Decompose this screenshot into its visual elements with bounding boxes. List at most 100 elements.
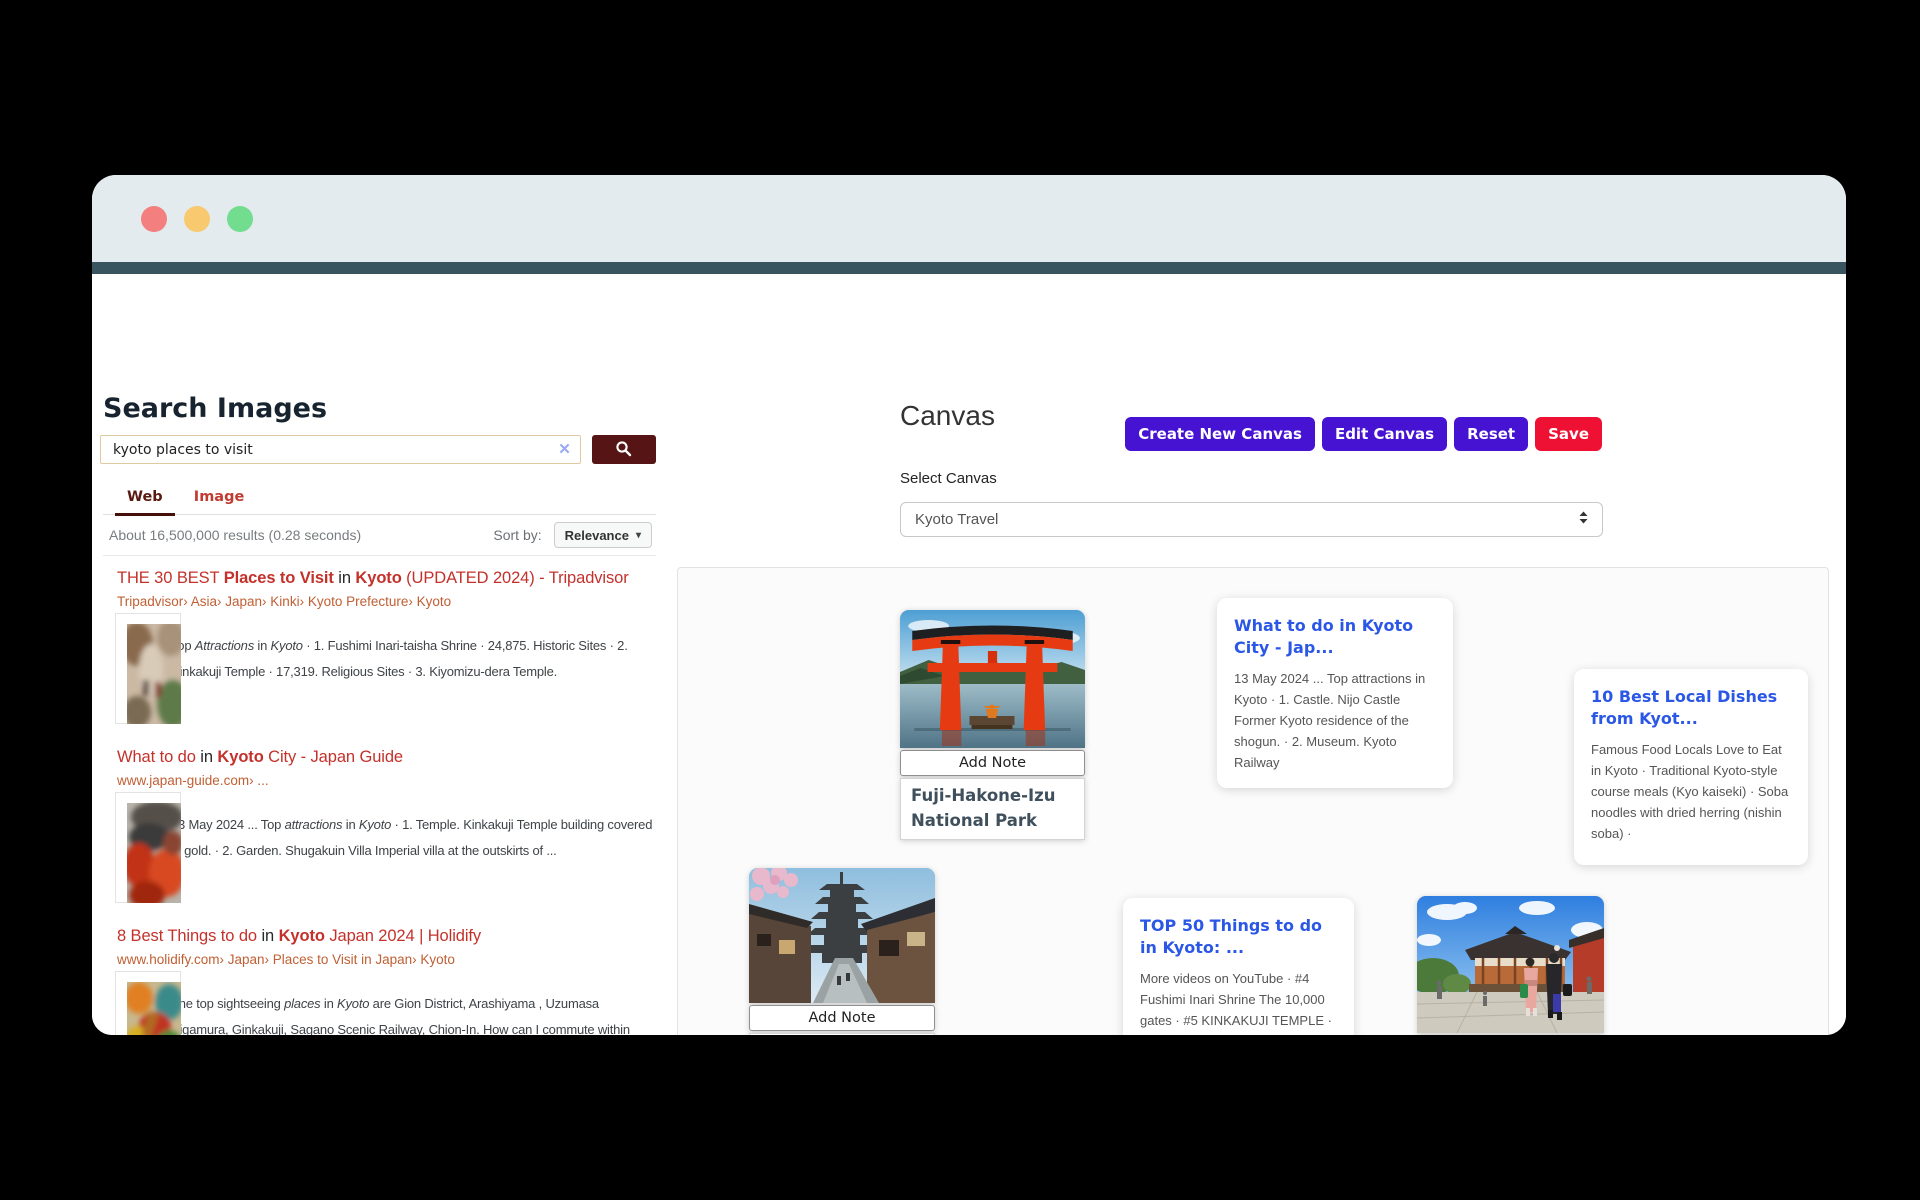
autumn-temple-thumb	[127, 803, 181, 903]
search-panel: Search Images ✕	[100, 274, 656, 1035]
text-segment: in	[338, 569, 351, 587]
result-snippet: The top sightseeing places in Kyoto are …	[171, 967, 656, 1035]
text-segment: 8 Best Things to do	[117, 927, 262, 945]
search-panel-title: Search Images	[103, 393, 328, 424]
result-title-link[interactable]: 8 Best Things to do in Kyoto Japan 2024 …	[117, 923, 656, 947]
text-segment: in	[261, 927, 275, 945]
text-segment: Kyoto	[358, 817, 392, 832]
note-card-title-link[interactable]: What to do in Kyoto City - Jap...	[1234, 615, 1436, 658]
result-snippet: Top Attractions in Kyoto · 1. Fushimi In…	[171, 609, 656, 685]
text-segment: Japan 2024 | Holidify	[324, 927, 482, 945]
result-thumbnail[interactable]	[115, 792, 181, 903]
browser-window: Search Images ✕	[92, 175, 1846, 1035]
reset-canvas-button[interactable]: Reset	[1454, 417, 1529, 451]
note-card[interactable]: TOP 50 Things to do in Kyoto: ... More vi…	[1123, 898, 1354, 1035]
note-card[interactable]: What to do in Kyoto City - Jap... 13 May …	[1217, 598, 1453, 788]
select-updown-icon	[1579, 511, 1588, 529]
text-segment: Kyoto	[270, 638, 303, 653]
image-card-caption: The Yasaka Pagoda, also known as the Tow…	[749, 1033, 935, 1035]
note-card-body: 13 May 2024 ... Top attractions in Kyoto…	[1234, 671, 1426, 771]
colorful-festival-thumb	[127, 982, 181, 1035]
text-segment: are Gion District, Arashiyama , Uzumasa	[369, 996, 599, 1011]
canvas-select[interactable]: Kyoto Travel	[900, 502, 1603, 537]
text-segment: City - Japan Guide	[263, 748, 404, 766]
text-segment: Eigamura, Ginkakuji, Sagano Scenic Railw…	[171, 1022, 630, 1035]
sort-value: Relevance	[564, 527, 629, 543]
canvas-image-card[interactable]: Add Note The Yasaka Pagoda, also known as…	[749, 868, 935, 1035]
text-segment: Kyoto	[278, 927, 325, 945]
search-tabs: Web Image	[103, 486, 656, 516]
minimize-window-button[interactable]	[184, 205, 210, 232]
magnifier-icon	[615, 440, 632, 460]
window-accent-bar	[92, 262, 1846, 274]
yasaka-pagoda-photo[interactable]	[749, 868, 935, 1003]
search-result: THE 30 BEST Places to Visit in Kyoto (UP…	[115, 565, 656, 744]
search-result: What to do in Kyoto City - Japan Guide ww…	[115, 744, 656, 923]
results-count: About 16,500,000 results (0.28 seconds)	[109, 527, 362, 543]
note-card[interactable]: 10 Best Local Dishes from Kyot... Famous …	[1574, 669, 1808, 865]
canvas-image-card[interactable]: Add Note Fuji-Hakone-Izu National Park	[900, 610, 1085, 840]
image-card-caption: Fuji-Hakone-Izu National Park	[900, 778, 1085, 840]
text-segment: in	[254, 638, 271, 653]
text-segment: What to do	[117, 748, 201, 766]
result-breadcrumb: Tripadvisor› Asia› Japan› Kinki› Kyoto P…	[117, 594, 452, 609]
text-segment: THE 30 BEST	[117, 569, 224, 587]
edit-canvas-button[interactable]: Edit Canvas	[1321, 417, 1448, 451]
chevron-down-icon: ▾	[635, 529, 641, 541]
text-segment: attractions	[284, 817, 343, 832]
canvas-area[interactable]: Add Note Fuji-Hakone-Izu National Park Wha…	[677, 567, 1829, 1035]
divider	[103, 555, 656, 556]
create-new-canvas-button[interactable]: Create New Canvas	[1125, 417, 1315, 451]
result-snippet: 13 May 2024 ... Top attractions in Kyoto…	[171, 788, 656, 864]
search-results-list: THE 30 BEST Places to Visit in Kyoto (UP…	[115, 565, 656, 1035]
torii-gate-photo[interactable]	[900, 610, 1085, 748]
text-segment: in	[200, 748, 213, 766]
text-segment: in	[342, 817, 359, 832]
note-card-title-link[interactable]: TOP 50 Things to do in Kyoto: ...	[1140, 915, 1337, 958]
text-segment: Attractions	[194, 638, 254, 653]
tab-image[interactable]: Image	[182, 489, 257, 513]
maximize-window-button[interactable]	[227, 205, 253, 232]
text-segment: in gold. · 2. Garden. Shugakuin Villa Im…	[171, 843, 557, 858]
canvas-toolbar: Create New Canvas Edit Canvas Reset Save	[1125, 417, 1602, 451]
add-note-button[interactable]: Add Note	[749, 1005, 935, 1031]
select-canvas-label: Select Canvas	[900, 470, 997, 487]
result-thumbnail[interactable]	[115, 613, 181, 724]
note-card-body: Famous Food Locals Love to Eat in Kyoto …	[1591, 742, 1789, 842]
result-breadcrumb: www.japan-guide.com› ...	[117, 773, 269, 788]
text-segment: Kyoto	[337, 996, 370, 1011]
yasaka-shrine-photo[interactable]	[1417, 896, 1604, 1033]
tab-web[interactable]: Web	[115, 489, 175, 516]
canvas-select-value: Kyoto Travel	[915, 511, 999, 528]
result-breadcrumb: www.holidify.com› Japan› Places to Visit…	[117, 952, 455, 967]
kyoto-path-people-thumb	[127, 624, 181, 724]
clear-search-icon[interactable]: ✕	[558, 440, 571, 458]
result-title-link[interactable]: THE 30 BEST Places to Visit in Kyoto (UP…	[117, 565, 656, 589]
text-segment: Kyoto	[217, 748, 264, 766]
search-bar: ✕	[100, 435, 656, 464]
sort-dropdown[interactable]: Relevance ▾	[553, 522, 652, 548]
text-segment: Kyoto	[355, 569, 402, 587]
note-card-title-link[interactable]: 10 Best Local Dishes from Kyot...	[1591, 686, 1791, 729]
window-titlebar	[92, 175, 1846, 262]
search-button[interactable]	[591, 435, 656, 464]
note-card-body: More videos on YouTube · #4 Fushimi Inar…	[1140, 971, 1332, 1035]
save-canvas-button[interactable]: Save	[1535, 417, 1602, 451]
close-window-button[interactable]	[141, 205, 167, 232]
text-segment: The top sightseeing	[171, 996, 285, 1011]
sort-by-label: Sort by:	[493, 527, 542, 543]
canvas-title: Canvas	[900, 400, 995, 431]
text-segment: in	[320, 996, 338, 1011]
search-result: 8 Best Things to do in Kyoto Japan 2024 …	[115, 923, 656, 1035]
text-segment: Kinkakuji Temple · 17,319. Religious Sit…	[171, 664, 558, 679]
desktop-background: Search Images ✕	[0, 0, 1920, 1200]
text-segment: · 1. Fushimi Inari-taisha Shrine · 24,87…	[302, 638, 628, 653]
add-note-button[interactable]: Add Note	[900, 750, 1085, 776]
text-segment: 13 May 2024 ... Top	[171, 817, 285, 832]
search-input[interactable]	[100, 435, 581, 464]
text-segment: places	[284, 996, 321, 1011]
canvas-image-card[interactable]: Add Note	[1417, 896, 1604, 1035]
text-segment: Places to Visit	[223, 569, 334, 587]
result-title-link[interactable]: What to do in Kyoto City - Japan Guide	[117, 744, 656, 768]
result-thumbnail[interactable]	[115, 971, 181, 1035]
